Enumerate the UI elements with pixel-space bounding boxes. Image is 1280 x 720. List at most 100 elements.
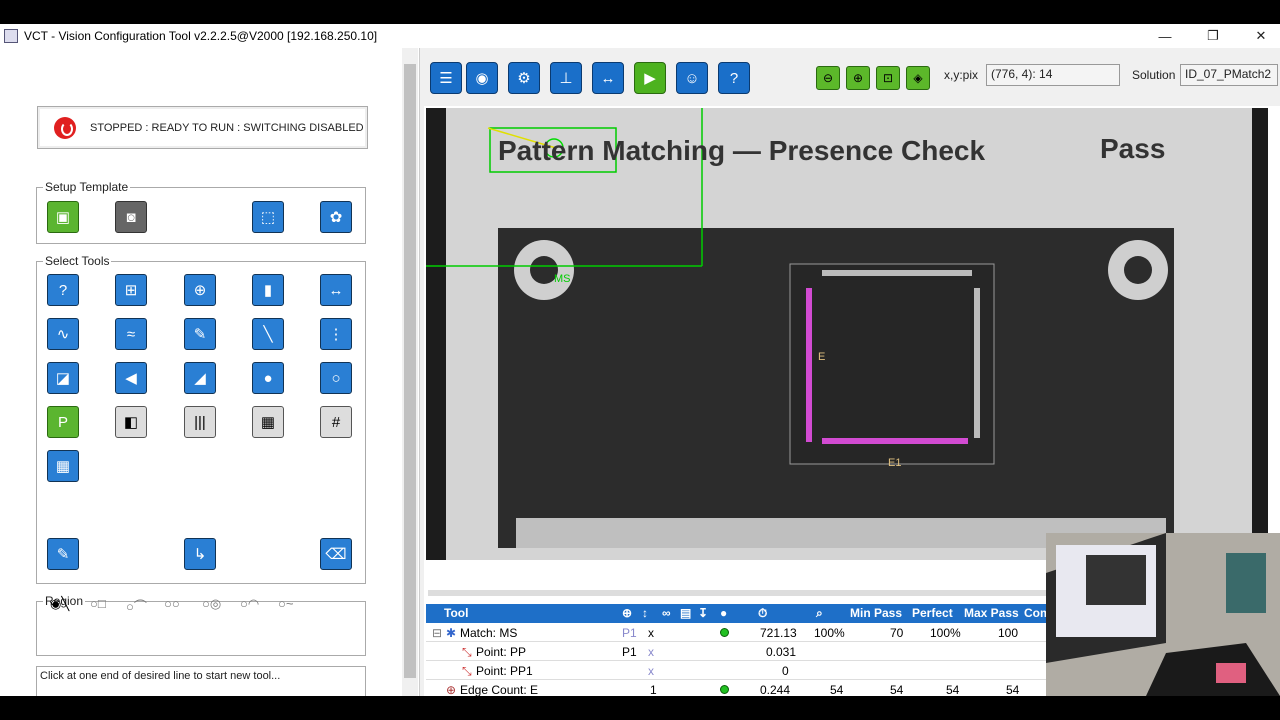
datamatrix-tool-icon[interactable]: ▦ bbox=[252, 406, 284, 438]
edge-tool-icon[interactable]: ✎ bbox=[184, 318, 216, 350]
left-scrollbar[interactable] bbox=[402, 48, 418, 696]
e-label: E bbox=[818, 351, 825, 363]
scroll-thumb[interactable] bbox=[404, 64, 416, 678]
position-tool-icon[interactable]: ⊕ bbox=[184, 274, 216, 306]
arc-region-icon[interactable]: ○◠ bbox=[240, 596, 259, 612]
blob-tool-icon[interactable]: ◪ bbox=[47, 362, 79, 394]
circle-tool-icon[interactable]: ○ bbox=[320, 362, 352, 394]
pattern-tool-icon[interactable]: P bbox=[47, 406, 79, 438]
user-icon[interactable]: ☺ bbox=[676, 62, 708, 94]
view-icon[interactable]: ◉ bbox=[466, 62, 498, 94]
col-angle-icon[interactable]: ∞ bbox=[662, 606, 671, 620]
zoom-out-icon[interactable]: ⊖ bbox=[816, 66, 840, 90]
list-icon[interactable]: ☰ bbox=[430, 62, 462, 94]
camera-view[interactable]: Pattern Matching — Presence Check Pass M… bbox=[426, 108, 1268, 560]
row-c2: x bbox=[648, 645, 654, 659]
circle-region-icon[interactable]: ○○ bbox=[164, 596, 180, 611]
settings-icon[interactable]: ⚙ bbox=[508, 62, 540, 94]
row-perfect: 54 bbox=[946, 683, 960, 696]
col-move-icon[interactable]: ↕ bbox=[642, 606, 648, 620]
col-perfect[interactable]: Perfect bbox=[912, 606, 953, 620]
col-tool[interactable]: Tool bbox=[444, 606, 468, 620]
io-icon[interactable]: ↔ bbox=[592, 62, 624, 94]
restore-button[interactable]: ❐ bbox=[1190, 24, 1236, 48]
image-hscroll[interactable] bbox=[428, 590, 1058, 596]
width-tool-icon[interactable]: ↔ bbox=[320, 274, 352, 306]
power-icon[interactable] bbox=[54, 116, 76, 139]
shape-tool-icon[interactable]: ? bbox=[47, 274, 79, 306]
status-ok-icon bbox=[720, 628, 729, 637]
zoom-fit-icon[interactable]: ⊡ bbox=[876, 66, 900, 90]
erase-tool-icon[interactable]: ⌫ bbox=[320, 538, 352, 570]
row-name: Point: PP1 bbox=[476, 664, 533, 678]
table-header: Tool ⊕ ↕ ∞ ▤ ↧ ● ⏱ ⌕ Min Pass Perfect Ma… bbox=[426, 604, 1051, 623]
circle-fill-tool-icon[interactable]: ● bbox=[252, 362, 284, 394]
left-panel: STOPPED : READY TO RUN : SWITCHING DISAB… bbox=[0, 48, 420, 696]
table-row[interactable]: ⊕ Edge Count: E 1 0.244 54 54 54 54 bbox=[426, 680, 1048, 696]
count-tool-icon[interactable]: ⊞ bbox=[115, 274, 147, 306]
edge-count-tool-icon[interactable]: ⋮ bbox=[320, 318, 352, 350]
freehand-region-icon[interactable]: ○~ bbox=[278, 596, 293, 611]
table-row[interactable]: ⤡ Point: PP1 x 0 bbox=[426, 661, 1048, 680]
col-sort-icon[interactable]: ↧ bbox=[698, 606, 708, 620]
table-row[interactable]: ⊟ ✱ Match: MS P1 x 721.13 100% 70 100% 1… bbox=[426, 623, 1048, 642]
setup-template-group: Setup Template bbox=[36, 180, 366, 244]
col-status-icon[interactable]: ● bbox=[720, 606, 727, 620]
contrast-tool-icon[interactable]: ◧ bbox=[115, 406, 147, 438]
close-button[interactable]: ✕ bbox=[1238, 24, 1280, 48]
camera-image[interactable]: Pattern Matching — Presence Check Pass M… bbox=[426, 108, 1268, 560]
hint-box: Click at one end of desired line to star… bbox=[36, 666, 366, 696]
image-result: Pass bbox=[1100, 133, 1165, 164]
annulus-region-icon[interactable]: ○◎ bbox=[202, 596, 221, 612]
row-name: Point: PP bbox=[476, 645, 527, 659]
line-region-icon[interactable]: ◉╲ bbox=[50, 596, 69, 612]
row-min: 70 bbox=[890, 626, 904, 640]
arrow-tool-icon[interactable]: ◀ bbox=[115, 362, 147, 394]
move-tool-icon[interactable]: ↳ bbox=[184, 538, 216, 570]
collapse-icon[interactable]: ⊟ bbox=[432, 626, 442, 640]
row-score: 100% bbox=[814, 626, 845, 640]
camera-icon[interactable]: ▣ bbox=[47, 201, 79, 233]
row-value: 721.13 bbox=[760, 626, 797, 640]
point-icon: ⤡ bbox=[462, 664, 472, 678]
row-c2: x bbox=[648, 664, 654, 678]
polygon-region-icon[interactable]: ○⌒ bbox=[126, 596, 147, 615]
ms-label: MS bbox=[554, 273, 571, 285]
col-search-icon[interactable]: ⌕ bbox=[816, 606, 823, 621]
col-min-pass[interactable]: Min Pass bbox=[850, 606, 902, 620]
solution-field[interactable]: ID_07_PMatch2 bbox=[1180, 64, 1278, 86]
hint-text: Click at one end of desired line to star… bbox=[40, 670, 281, 682]
area-tool-icon[interactable]: ◢ bbox=[184, 362, 216, 394]
folder-icon[interactable]: ⬚ bbox=[252, 201, 284, 233]
rectangle-region-icon[interactable]: ○□ bbox=[90, 596, 106, 611]
zoom-actual-icon[interactable]: ◈ bbox=[906, 66, 930, 90]
col-time-icon[interactable]: ⏱ bbox=[758, 606, 767, 621]
row-max: 54 bbox=[1006, 683, 1020, 696]
zoom-in-icon[interactable]: ⊕ bbox=[846, 66, 870, 90]
edit-tool-icon[interactable]: ✎ bbox=[47, 538, 79, 570]
profile-tool-icon[interactable]: ≈ bbox=[115, 318, 147, 350]
line-tool-icon[interactable]: ╲ bbox=[252, 318, 284, 350]
ocr-tool-icon[interactable]: # bbox=[320, 406, 352, 438]
col-max-pass[interactable]: Max Pass bbox=[964, 606, 1019, 620]
col-target-icon[interactable]: ⊕ bbox=[622, 606, 632, 620]
curve-tool-icon[interactable]: ∿ bbox=[47, 318, 79, 350]
network-icon[interactable]: ⊥ bbox=[550, 62, 582, 94]
grid-tool-icon[interactable]: ▦ bbox=[47, 450, 79, 482]
table-row[interactable]: ⤡ Point: PP P1 x 0.031 bbox=[426, 642, 1048, 661]
col-filter-icon[interactable]: ▤ bbox=[680, 606, 691, 620]
row-value: 0.031 bbox=[766, 645, 797, 659]
row-name: Match: MS bbox=[460, 626, 518, 640]
results-table: Tool ⊕ ↕ ∞ ▤ ↧ ● ⏱ ⌕ Min Pass Perfect Ma… bbox=[426, 604, 1051, 696]
row-score: 54 bbox=[830, 683, 844, 696]
minimize-button[interactable]: — bbox=[1142, 24, 1188, 48]
run-icon[interactable]: ▶ bbox=[634, 62, 666, 94]
snapshot-icon[interactable]: ◙ bbox=[115, 201, 147, 233]
barcode-tool-icon[interactable]: ||| bbox=[184, 406, 216, 438]
gradient-tool-icon[interactable]: ▮ bbox=[252, 274, 284, 306]
help-icon[interactable]: ? bbox=[718, 62, 750, 94]
row-c1: 1 bbox=[650, 683, 657, 696]
region-group: Region bbox=[36, 594, 366, 656]
palette-icon[interactable]: ✿ bbox=[320, 201, 352, 233]
setup-template-legend: Setup Template bbox=[45, 180, 129, 194]
